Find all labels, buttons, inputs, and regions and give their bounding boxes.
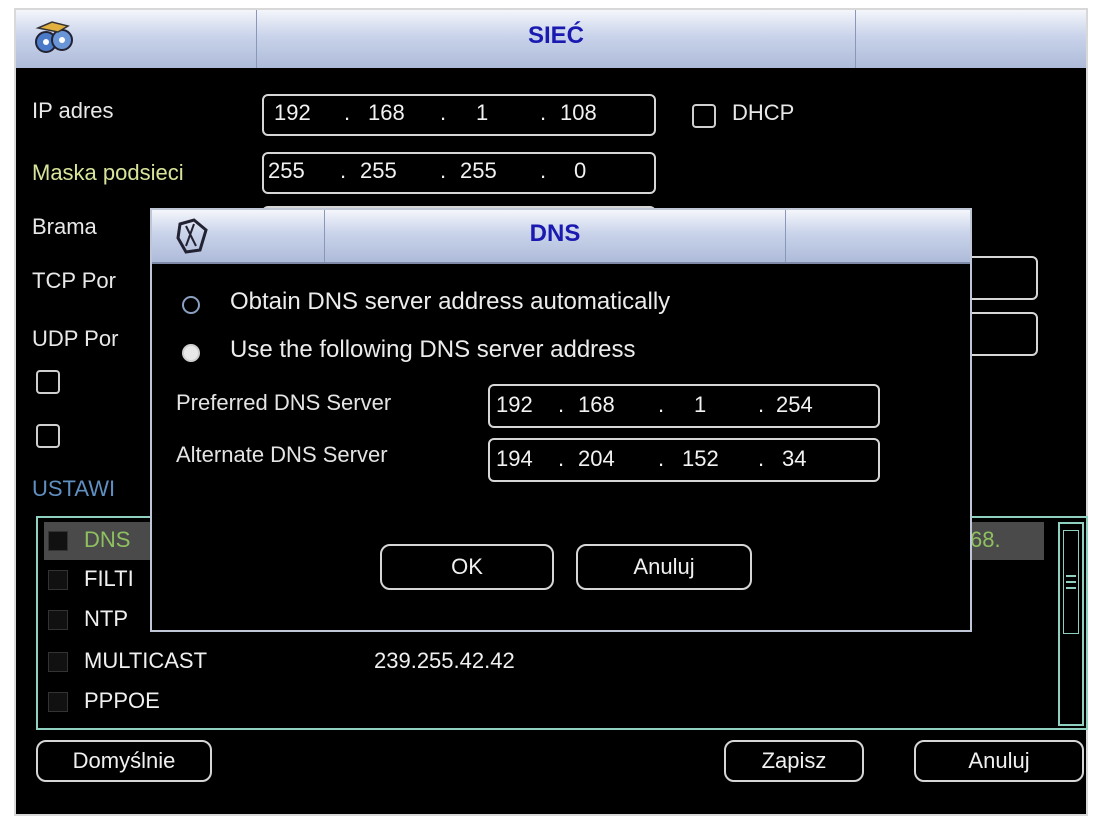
dialog-title: DNS <box>529 220 581 247</box>
mask-octet-4: 0 <box>574 158 587 183</box>
dialog-titlebar: DNS <box>152 210 970 262</box>
udp-port-label: UDP Por <box>32 326 119 351</box>
list-item-checkbox[interactable] <box>48 610 68 630</box>
gateway-label: Brama <box>32 214 97 239</box>
alternate-octet-2: 204 <box>578 446 615 471</box>
ip-octet-3: 1 <box>476 100 489 125</box>
dns-dialog: DNS Obtain DNS server address automatica… <box>150 208 972 632</box>
mask-label: Maska podsieci <box>32 160 184 185</box>
preferred-octet-1: 192 <box>496 392 533 417</box>
tcp-port-label: TCP Por <box>32 268 116 293</box>
preferred-octet-4: 254 <box>776 392 813 417</box>
cancel-button[interactable]: Anuluj <box>914 740 1084 782</box>
alternate-dns-field[interactable]: 194 . 204 . 152 . 34 <box>488 438 880 482</box>
list-item-checkbox[interactable] <box>48 570 68 590</box>
preferred-dns-label: Preferred DNS Server <box>176 390 392 415</box>
list-item-checkbox[interactable] <box>48 531 68 551</box>
ip-octet-4: 108 <box>560 100 597 125</box>
list-item[interactable]: MULTICAST 239.255.42.42 <box>44 644 1044 680</box>
dns-icon <box>172 216 214 256</box>
save-button[interactable]: Zapisz <box>724 740 864 782</box>
alternate-octet-3: 152 <box>682 446 719 471</box>
dhcp-checkbox[interactable] <box>692 104 716 128</box>
option-manual-label: Use the following DNS server address <box>230 336 636 363</box>
alternate-dns-label: Alternate DNS Server <box>176 442 388 467</box>
window-titlebar: SIEĆ <box>16 10 1086 68</box>
mask-octet-1: 255 <box>268 158 305 183</box>
radio-manual-dns[interactable] <box>182 344 200 362</box>
advanced-settings-label: USTAWI <box>32 476 116 501</box>
scrollbar-thumb[interactable] <box>1063 530 1079 634</box>
option-auto-label: Obtain DNS server address automatically <box>230 288 671 315</box>
ip-address-field[interactable]: 192 . 168 . 1 . 108 <box>262 94 656 136</box>
list-item-checkbox[interactable] <box>48 692 68 712</box>
mask-octet-2: 255 <box>360 158 397 183</box>
alternate-octet-1: 194 <box>496 446 533 471</box>
option-checkbox-1[interactable] <box>36 370 60 394</box>
ip-octet-1: 192 <box>274 100 311 125</box>
preferred-octet-2: 168 <box>578 392 615 417</box>
list-item[interactable]: PPPOE <box>44 684 1044 720</box>
preferred-octet-3: 1 <box>694 392 707 417</box>
list-item-checkbox[interactable] <box>48 652 68 672</box>
alternate-octet-4: 34 <box>782 446 807 471</box>
dns-ok-button[interactable]: OK <box>380 544 554 590</box>
network-icon <box>32 18 76 58</box>
default-button[interactable]: Domyślnie <box>36 740 212 782</box>
dhcp-label: DHCP <box>732 100 795 125</box>
radio-auto-dns[interactable] <box>182 296 200 314</box>
preferred-dns-field[interactable]: 192 . 168 . 1 . 254 <box>488 384 880 428</box>
ip-label: IP adres <box>32 98 114 123</box>
ip-octet-2: 168 <box>368 100 405 125</box>
dns-cancel-button[interactable]: Anuluj <box>576 544 752 590</box>
window-title: SIEĆ <box>527 22 584 49</box>
option-checkbox-2[interactable] <box>36 424 60 448</box>
subnet-mask-field[interactable]: 255 . 255 . 255 . 0 <box>262 152 656 194</box>
mask-octet-3: 255 <box>460 158 497 183</box>
list-scrollbar[interactable] <box>1058 522 1084 726</box>
